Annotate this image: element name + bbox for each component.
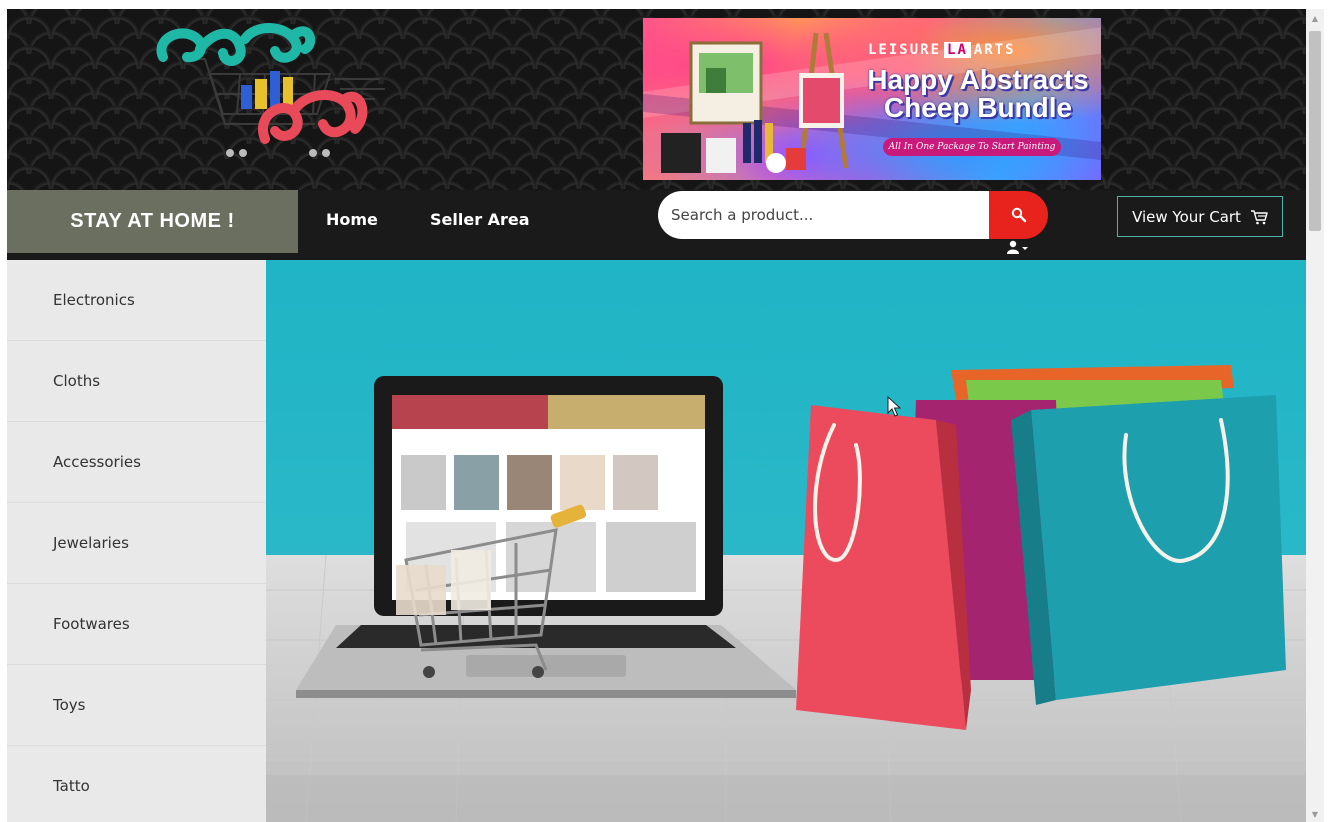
cart-icon [1250,209,1268,224]
banner-brand: LEISURE LA ARTS [868,42,1016,58]
scroll-down-arrow-icon[interactable]: ▼ [1310,809,1320,819]
banner-brand-right: ARTS [973,42,1016,58]
stay-at-home-button[interactable]: STAY AT HOME ! [7,190,298,253]
main-navbar: STAY AT HOME ! Home Seller Area View You… [7,190,1306,260]
category-jewelaries[interactable]: Jewelaries [7,503,266,584]
mouse-cursor-icon [887,396,901,417]
painting-supplies-icon [661,32,849,173]
promo-banner[interactable]: LEISURE LA ARTS Happy Abstracts Cheep Bund… [643,18,1101,180]
page-scrollbar[interactable]: ▲ ▼ [1306,9,1324,822]
category-sidebar: Electronics Cloths Accessories Jewelarie… [7,260,266,822]
view-cart-label: View Your Cart [1132,207,1241,226]
hero-image [266,260,1306,822]
site-header: LEISURE LA ARTS Happy Abstracts Cheep Bund… [7,9,1306,190]
banner-title-line1: Happy Abstracts [867,64,1089,95]
view-cart-button[interactable]: View Your Cart [1117,196,1283,237]
hero-carousel-slide[interactable] [266,260,1306,822]
scroll-up-arrow-icon[interactable]: ▲ [1310,13,1320,23]
search-icon [1011,207,1026,223]
category-footwares[interactable]: Footwares [7,584,266,665]
shopping-cart-logo-icon [156,23,385,157]
page: LEISURE LA ARTS Happy Abstracts Cheep Bund… [7,9,1306,822]
nav-link-seller-area[interactable]: Seller Area [430,210,530,229]
banner-brand-left: LEISURE [868,42,942,58]
user-icon [1007,240,1028,254]
site-logo[interactable] [145,19,395,159]
banner-tagline: All In One Package To Start Painting [883,138,1061,156]
nav-link-home[interactable]: Home [326,210,378,229]
banner-brand-mark: LA [944,42,971,58]
scrollbar-thumb[interactable] [1309,31,1321,231]
search-input[interactable] [658,191,992,239]
search-button[interactable] [989,191,1048,239]
user-menu-toggle[interactable] [1005,238,1031,256]
search-bar [658,191,1048,239]
category-toys[interactable]: Toys [7,665,266,746]
category-tatto[interactable]: Tatto [7,746,266,822]
chevron-down-icon [1022,247,1028,250]
category-cloths[interactable]: Cloths [7,341,266,422]
banner-title-line2: Cheep Bundle [883,92,1073,123]
category-electronics[interactable]: Electronics [7,260,266,341]
category-accessories[interactable]: Accessories [7,422,266,503]
banner-title: Happy Abstracts Cheep Bundle [858,66,1098,122]
